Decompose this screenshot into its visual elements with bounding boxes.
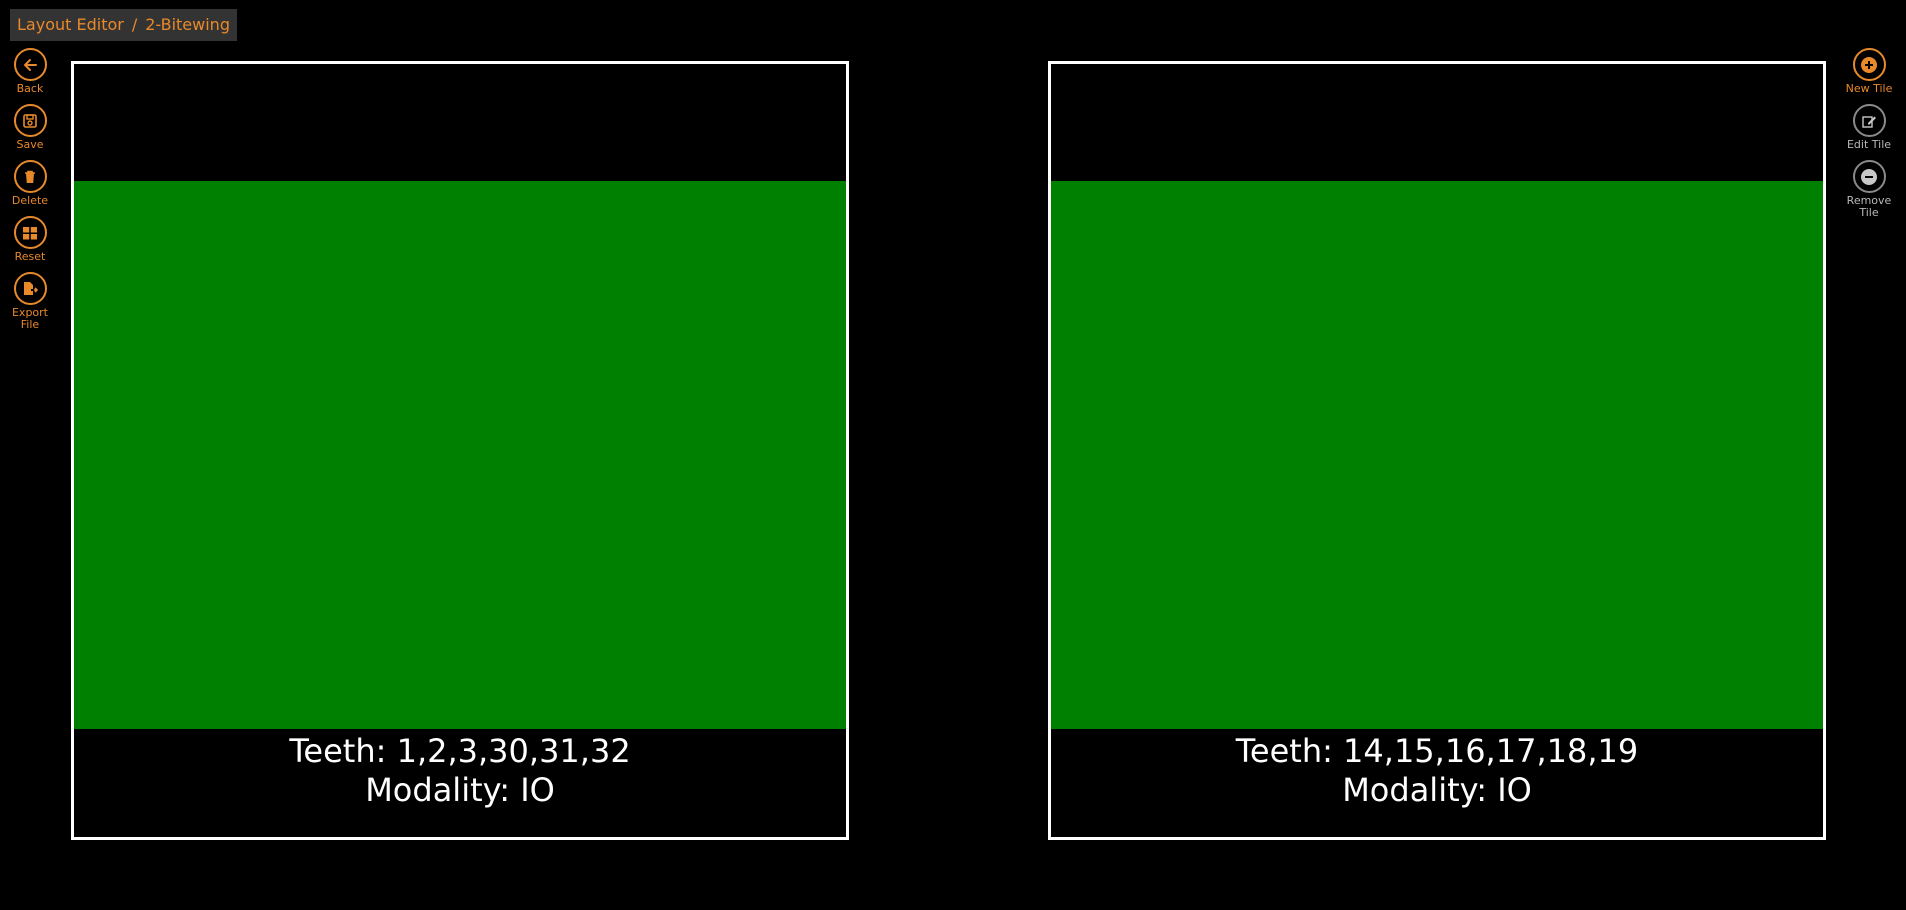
edit-tile-label: Edit Tile — [1846, 138, 1892, 151]
tile-info: Teeth: 14,15,16,17,18,19 Modality: IO — [1051, 729, 1823, 810]
new-tile-label: New Tile — [1845, 82, 1893, 95]
export-file-button[interactable]: Export File — [2, 272, 58, 334]
save-icon — [13, 104, 47, 137]
tile-teeth-label: Teeth: 1,2,3,30,31,32 — [289, 732, 631, 770]
remove-tile-label: Remove Tile — [1846, 194, 1892, 219]
tile-modality-label: Modality: IO — [365, 771, 555, 809]
minus-circle-icon — [1852, 160, 1886, 193]
breadcrumb-current: 2-Bitewing — [145, 15, 230, 34]
arrow-left-icon — [13, 48, 47, 81]
layout-tile-1[interactable]: Teeth: 1,2,3,30,31,32 Modality: IO — [71, 61, 849, 840]
export-file-label: Export File — [11, 306, 48, 331]
tile-info: Teeth: 1,2,3,30,31,32 Modality: IO — [74, 729, 846, 810]
remove-tile-button[interactable]: Remove Tile — [1841, 160, 1897, 224]
delete-label: Delete — [11, 194, 49, 207]
delete-button[interactable]: Delete — [2, 160, 58, 216]
plus-circle-icon — [1852, 48, 1886, 81]
breadcrumb: Layout Editor / 2-Bitewing — [10, 9, 237, 41]
export-file-icon — [13, 272, 47, 305]
new-tile-button[interactable]: New Tile — [1841, 48, 1897, 104]
edit-tile-button[interactable]: Edit Tile — [1841, 104, 1897, 160]
right-toolbar: New Tile Edit Tile Remove Tile — [1841, 48, 1897, 224]
tile-teeth-label: Teeth: 14,15,16,17,18,19 — [1235, 732, 1639, 770]
back-button[interactable]: Back — [2, 48, 58, 104]
tile-image-area[interactable] — [74, 181, 846, 729]
trash-icon — [13, 160, 47, 193]
tile-image-area[interactable] — [1051, 181, 1823, 729]
back-label: Back — [16, 82, 44, 95]
edit-icon — [1852, 104, 1886, 137]
breadcrumb-separator: / — [131, 15, 138, 34]
reset-label: Reset — [14, 250, 46, 263]
tile-modality-label: Modality: IO — [1342, 771, 1532, 809]
layout-editor-window: Layout Editor / 2-Bitewing Back Save Delet… — [0, 0, 1906, 910]
save-label: Save — [16, 138, 44, 151]
save-button[interactable]: Save — [2, 104, 58, 160]
layout-tile-2[interactable]: Teeth: 14,15,16,17,18,19 Modality: IO — [1048, 61, 1826, 840]
grid-icon — [13, 216, 47, 249]
left-toolbar: Back Save Delete Reset Export File — [2, 48, 58, 334]
reset-button[interactable]: Reset — [2, 216, 58, 272]
breadcrumb-root[interactable]: Layout Editor — [17, 15, 124, 34]
